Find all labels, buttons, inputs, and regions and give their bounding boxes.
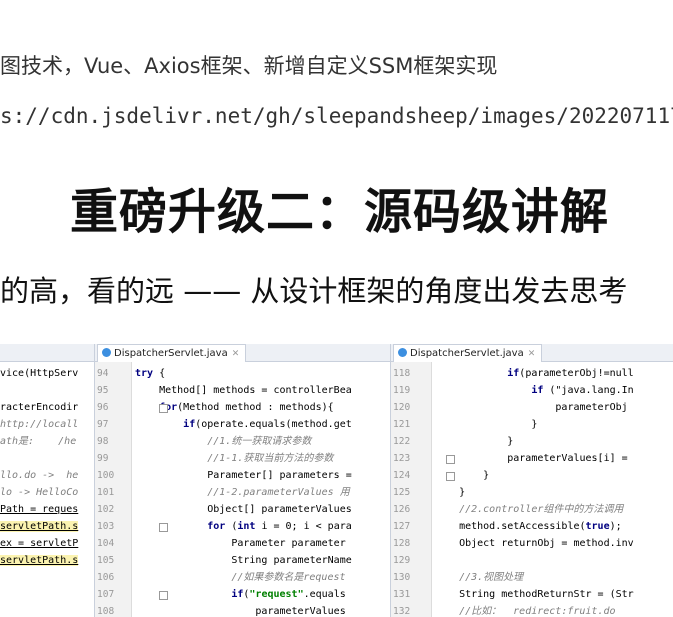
line-number: 105 <box>97 555 115 566</box>
line-number: 99 <box>97 453 109 464</box>
article-line-framework: 图技术，Vue、Axios框架、新增自定义SSM框架实现 <box>0 54 498 78</box>
line-number: 130 <box>393 572 411 583</box>
line-number: 126 <box>393 504 411 515</box>
line-number: 107 <box>97 589 115 600</box>
code-line[interactable]: //1-2.parameterValues 用 <box>135 484 349 501</box>
close-icon[interactable]: ✕ <box>232 349 240 359</box>
line-number: 97 <box>97 419 109 430</box>
fold-marker-icon[interactable] <box>159 591 168 600</box>
fold-marker-icon[interactable] <box>446 455 455 464</box>
code-line[interactable]: http://locall <box>0 416 78 433</box>
code-line[interactable]: //3.视图处理 <box>435 569 523 586</box>
code-line[interactable]: Path = reques <box>0 501 78 518</box>
code-line[interactable]: Parameter parameter <box>135 535 345 552</box>
code-line[interactable]: if ("java.lang.In <box>435 382 633 399</box>
code-line[interactable]: servletPath.s <box>0 552 79 569</box>
tab-bar: DispatcherServlet.java ✕ <box>391 344 673 362</box>
java-class-icon <box>398 348 407 357</box>
code-pane-left-fragment: vice(HttpServ racterEncodir http://locall a… <box>0 344 94 617</box>
code-line[interactable]: } <box>435 484 465 501</box>
fold-marker-icon[interactable] <box>446 472 455 481</box>
code-line[interactable]: //比如： redirect:fruit.do <box>435 603 615 617</box>
code-line[interactable]: ath是: /he <box>0 433 76 450</box>
code-line[interactable]: } <box>435 467 489 484</box>
line-number: 104 <box>97 538 115 549</box>
code-line[interactable]: parameterValues <box>135 603 345 617</box>
code-line[interactable]: servletPath.s <box>0 518 79 535</box>
line-number: 120 <box>393 402 411 413</box>
code-line[interactable]: ex = servletP <box>0 535 78 552</box>
code-line[interactable]: } <box>435 416 537 433</box>
line-number: 122 <box>393 436 411 447</box>
tab-bar: DispatcherServlet.java ✕ <box>95 344 391 362</box>
tab-dispatcher-servlet[interactable]: DispatcherServlet.java ✕ <box>97 344 247 362</box>
line-number: 95 <box>97 385 109 396</box>
code-line[interactable]: parameterValues[i] = <box>435 450 627 467</box>
code-line[interactable]: //1.统一获取请求参数 <box>135 433 311 450</box>
tab-dispatcher-servlet[interactable]: DispatcherServlet.java ✕ <box>393 344 543 362</box>
line-number: 94 <box>97 368 109 379</box>
line-number: 100 <box>97 470 115 481</box>
line-number: 118 <box>393 368 411 379</box>
slide-subtitle: 的高，看的远 —— 从设计框架的角度出发去思考 <box>0 274 628 308</box>
code-line[interactable]: if(parameterObj!=null <box>435 365 633 382</box>
code-line[interactable]: //如果参数名是request <box>135 569 345 586</box>
tab-label: DispatcherServlet.java <box>410 348 524 359</box>
code-line[interactable]: //2.controller组件中的方法调用 <box>435 501 623 518</box>
line-number: 125 <box>393 487 411 498</box>
code-pane-right: DispatcherServlet.java ✕ 118 if(parameter… <box>390 344 673 617</box>
code-line[interactable]: vice(HttpServ <box>0 365 78 382</box>
java-class-icon <box>102 348 111 357</box>
line-number: 128 <box>393 538 411 549</box>
code-line[interactable]: llo.do -> he <box>0 467 78 484</box>
code-line[interactable]: racterEncodir <box>0 399 78 416</box>
line-number: 121 <box>393 419 411 430</box>
code-line[interactable]: if(operate.equals(method.get <box>135 416 352 433</box>
code-line[interactable]: Method[] methods = controllerBea <box>135 382 352 399</box>
code-line[interactable]: try { <box>135 365 165 382</box>
line-number: 123 <box>393 453 411 464</box>
line-number: 98 <box>97 436 109 447</box>
line-number: 101 <box>97 487 115 498</box>
line-number: 131 <box>393 589 411 600</box>
tab-label: DispatcherServlet.java <box>114 348 228 359</box>
line-number: 102 <box>97 504 115 515</box>
image-url-line[interactable]: s://cdn.jsdelivr.net/gh/sleepandsheep/im… <box>0 104 673 128</box>
line-number: 132 <box>393 606 411 617</box>
line-number: 124 <box>393 470 411 481</box>
slide-headline: 重磅升级二：源码级讲解 <box>70 184 610 240</box>
tab-bar <box>0 344 94 362</box>
line-number: 106 <box>97 572 115 583</box>
code-line[interactable]: Object[] parameterValues <box>135 501 352 518</box>
code-line[interactable]: } <box>435 433 513 450</box>
fold-marker-icon[interactable] <box>159 404 168 413</box>
line-number: 96 <box>97 402 109 413</box>
line-number: 103 <box>97 521 115 532</box>
fold-marker-icon[interactable] <box>159 523 168 532</box>
code-line[interactable]: method.setAccessible(true); <box>435 518 622 535</box>
line-number: 108 <box>97 606 115 617</box>
close-icon[interactable]: ✕ <box>528 349 536 359</box>
code-line[interactable]: parameterObj <box>435 399 627 416</box>
line-number: 119 <box>393 385 411 396</box>
code-line[interactable]: String methodReturnStr = (Str <box>435 586 634 603</box>
code-line[interactable]: lo -> HelloCo <box>0 484 78 501</box>
line-number: 129 <box>393 555 411 566</box>
line-number: 127 <box>393 521 411 532</box>
code-line[interactable]: //1-1.获取当前方法的参数 <box>135 450 333 467</box>
code-line[interactable]: String parameterName <box>135 552 351 569</box>
code-pane-middle: DispatcherServlet.java ✕ 94 try { 95 Method… <box>94 344 391 617</box>
code-line[interactable]: Parameter[] parameters = <box>135 467 352 484</box>
code-line[interactable]: Object returnObj = method.inv <box>435 535 634 552</box>
